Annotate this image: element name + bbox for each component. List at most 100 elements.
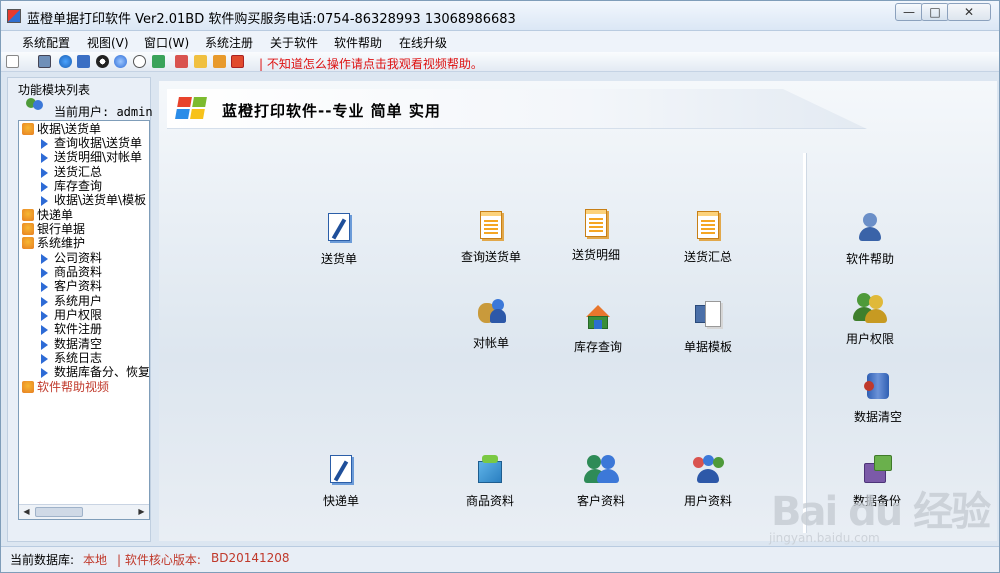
tile-delivery[interactable]: 送货单 (294, 211, 384, 271)
tile-express[interactable]: 快递单 (296, 453, 386, 513)
delivery-note-icon (322, 211, 356, 245)
arrow-icon (41, 297, 48, 307)
arrow-icon (41, 254, 48, 264)
tree-node-system-users[interactable]: 系统用户 (39, 294, 102, 308)
spreadsheet-icon (474, 209, 508, 243)
tree-node-system[interactable]: 系统维护 (22, 236, 85, 250)
tree-node-help-video[interactable]: 软件帮助视频 (22, 380, 109, 394)
tile-customers[interactable]: 客户资料 (556, 453, 646, 513)
menu-upgrade[interactable]: 在线升级 (399, 34, 447, 51)
spreadsheet-icon (691, 209, 725, 243)
baidu-watermark: Bai du 经验 jingyan.baidu.com (769, 489, 991, 545)
module-tree[interactable]: 收据\送货单 查询收据\送货单 送货明细\对帐单 送货汇总 库存查询 收据\送货… (18, 120, 150, 520)
tree-node-query-receipts[interactable]: 查询收据\送货单 (39, 136, 142, 150)
tile-delivery-summary[interactable]: 送货汇总 (663, 209, 753, 269)
version-label: | 软件核心版本: (117, 553, 201, 567)
home-icon (22, 223, 34, 235)
toolbar: | 不知道怎么操作请点击我观看视频帮助。 (1, 52, 999, 72)
arrow-icon (41, 354, 48, 364)
menu-help[interactable]: 软件帮助 (334, 34, 382, 51)
tree-node-company[interactable]: 公司资料 (39, 251, 102, 265)
arrow-icon (41, 282, 48, 292)
ie-icon[interactable] (59, 55, 72, 68)
video-help-link[interactable]: | 不知道怎么操作请点击我观看视频帮助。 (259, 55, 483, 72)
tree-node-receipts[interactable]: 收据\送货单 (22, 122, 101, 136)
new-icon[interactable] (6, 55, 19, 68)
close-red-icon[interactable] (231, 55, 244, 68)
tile-permissions[interactable]: 用户权限 (825, 291, 915, 351)
globe-icon[interactable] (114, 55, 127, 68)
user-group-icon (853, 291, 887, 325)
tree-node-clear-data[interactable]: 数据清空 (39, 337, 102, 351)
scroll-thumb[interactable] (35, 507, 83, 517)
tree-node-permissions[interactable]: 用户权限 (39, 308, 102, 322)
book-icon[interactable] (77, 55, 90, 68)
minimize-button[interactable]: — (895, 3, 923, 21)
tree-node-express[interactable]: 快递单 (22, 208, 73, 222)
sidebar-title: 功能模块列表 (18, 83, 91, 97)
close-button[interactable]: ✕ (947, 3, 991, 21)
scroll-right-icon[interactable]: ▶ (135, 506, 148, 518)
tile-users[interactable]: 用户资料 (663, 453, 753, 513)
tree-node-bank[interactable]: 银行单据 (22, 222, 85, 236)
tree-node-delivery-summary[interactable]: 送货汇总 (39, 165, 102, 179)
tree-icon[interactable] (152, 55, 165, 68)
windows-logo-icon (175, 97, 209, 119)
tile-stock-query[interactable]: 库存查询 (553, 299, 643, 359)
database-clear-icon (861, 369, 895, 403)
arrow-icon (41, 268, 48, 278)
home-icon (22, 237, 34, 249)
arrow-icon (41, 196, 48, 206)
tile-statement[interactable]: 对帐单 (446, 295, 536, 355)
money-bag-icon (474, 295, 508, 329)
home-icon (22, 381, 34, 393)
maximize-button[interactable]: □ (921, 3, 949, 21)
banner-title: 蓝橙打印软件--专业 简单 实用 (222, 102, 441, 120)
users-icon (691, 453, 725, 487)
tree-node-customers[interactable]: 客户资料 (39, 279, 102, 293)
download-icon[interactable] (175, 55, 188, 68)
divider (803, 153, 806, 533)
arrow-icon (41, 311, 48, 321)
delivery-note-icon (324, 453, 358, 487)
customers-icon (584, 453, 619, 487)
tree-node-delivery-detail[interactable]: 送货明细\对帐单 (39, 150, 142, 164)
tree-node-system-log[interactable]: 系统日志 (39, 351, 102, 365)
home-icon (22, 123, 34, 135)
app-icon (7, 9, 21, 23)
tree-node-templates[interactable]: 收据\送货单\模板 (39, 193, 146, 207)
menu-window[interactable]: 窗口(W) (144, 34, 189, 51)
tile-help[interactable]: 软件帮助 (825, 211, 915, 271)
tile-delivery-detail[interactable]: 送货明细 (551, 207, 641, 267)
arrow-icon (41, 168, 48, 178)
box-icon (473, 453, 507, 487)
tile-query-delivery[interactable]: 查询送货单 (446, 209, 536, 269)
print-icon[interactable] (38, 55, 51, 68)
spreadsheet-icon (579, 207, 613, 241)
menu-system-config[interactable]: 系统配置 (22, 34, 70, 51)
tree-node-products[interactable]: 商品资料 (39, 265, 102, 279)
arrow-icon (41, 340, 48, 350)
arrow-icon (41, 325, 48, 335)
tile-clear-data[interactable]: 数据清空 (833, 369, 923, 429)
help-desk-icon (853, 211, 887, 245)
tile-products[interactable]: 商品资料 (445, 453, 535, 513)
scroll-left-icon[interactable]: ◀ (20, 506, 33, 518)
folder-icon[interactable] (194, 55, 207, 68)
menu-register[interactable]: 系统注册 (205, 34, 253, 51)
help-icon[interactable] (133, 55, 146, 68)
horizontal-scrollbar[interactable]: ◀ ▶ (19, 504, 149, 519)
menu-bar: 系统配置 视图(V) 窗口(W) 系统注册 关于软件 软件帮助 在线升级 (1, 31, 999, 52)
sidebar: 功能模块列表 当前用户: admin 收据\送货单 查询收据\送货单 送货明细\… (7, 77, 153, 542)
title-bar: 蓝橙单据打印软件 Ver2.01BD 软件购买服务电话:0754-8632899… (1, 1, 999, 31)
arrow-down-icon[interactable] (213, 55, 226, 68)
window-title: 蓝橙单据打印软件 Ver2.01BD 软件购买服务电话:0754-8632899… (27, 12, 516, 27)
menu-about[interactable]: 关于软件 (270, 34, 318, 51)
tree-node-stock-query[interactable]: 库存查询 (39, 179, 102, 193)
qq-icon[interactable] (96, 55, 109, 68)
current-user: 当前用户: admin (54, 105, 153, 119)
menu-view[interactable]: 视图(V) (87, 34, 129, 51)
tile-templates[interactable]: 单据模板 (663, 299, 753, 359)
tree-node-register[interactable]: 软件注册 (39, 322, 102, 336)
tree-node-backup[interactable]: 数据库备分、恢复 (39, 365, 149, 379)
